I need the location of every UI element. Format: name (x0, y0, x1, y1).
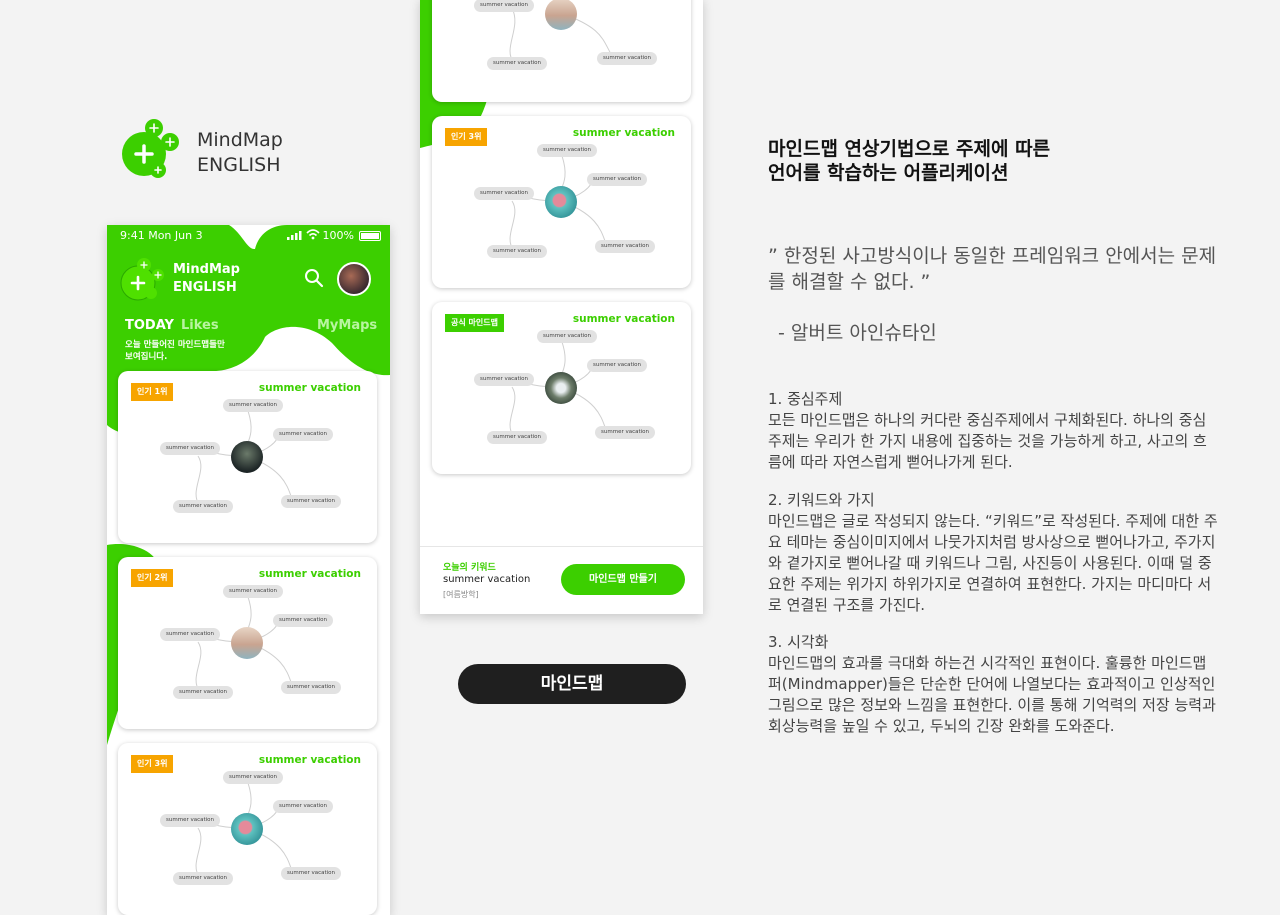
mindmap-node: summer vacation (587, 173, 648, 186)
app-logo-icon (120, 258, 164, 301)
section-body: 마인드맵은 글로 작성되지 않는다. “키워드”로 작성된다. 주제에 대한 주… (768, 512, 1218, 614)
tab-today[interactable]: TODAY (125, 318, 174, 333)
mindmap-node: summer vacation (223, 399, 284, 412)
mindmap-node: summer vacation (173, 500, 234, 513)
keyword-bottom-bar: 오늘의 키워드 summer vacation [여름방학] 마인드맵 만들기 (420, 546, 703, 614)
section-title: 1. 중심주제 (768, 390, 843, 408)
mindmap-node: summer vacation (597, 52, 658, 65)
mindmap-node: summer vacation (595, 426, 656, 439)
mindmap-node: summer vacation (273, 800, 334, 813)
mindmap-node: summer vacation (173, 686, 234, 699)
quote-text: ” 한정된 사고방식이나 동일한 프레임워크 안에서는 문제를 해결할 수 없다… (768, 245, 1217, 293)
section-visualization: 3. 시각화 마인드맵의 효과를 극대화 하는건 시각적인 표현이다. 훌륭한 … (768, 632, 1218, 737)
mindmap-node: summer vacation (587, 359, 648, 372)
phone-screen-scrolled: summer vacation summer vacation summer v… (420, 0, 703, 614)
phone-screen-today: 9:41 Mon Jun 3 100% MindMap ENGLISH TODA… (107, 225, 390, 915)
mindmap-node: summer vacation (474, 0, 535, 12)
status-bar: 9:41 Mon Jun 3 100% (107, 225, 390, 245)
section-keywords: 2. 키워드와 가지 마인드맵은 글로 작성되지 않는다. “키워드”로 작성된… (768, 490, 1218, 616)
mindmap-node: summer vacation (281, 495, 342, 508)
mindmap-node: summer vacation (273, 428, 334, 441)
mindmap-node: summer vacation (160, 628, 221, 641)
brand-name-line2: ENGLISH (197, 154, 281, 176)
mindmap-node: summer vacation (160, 442, 221, 455)
section-central-theme: 1. 중심주제 모든 마인드맵은 하나의 커다란 중심주제에서 구체화된다. 하… (768, 389, 1218, 473)
mindmap-node: summer vacation (223, 771, 284, 784)
mindmap-card-3[interactable]: 인기 3위 summer vacation summer vacation su… (432, 116, 691, 288)
mindmap-card-partial[interactable]: summer vacation summer vacation summer v… (432, 0, 691, 102)
make-mindmap-button[interactable]: 마인드맵 만들기 (561, 564, 685, 595)
section-title: 2. 키워드와 가지 (768, 491, 875, 509)
mindmap-node: summer vacation (173, 872, 234, 885)
mindmap-card-3[interactable]: 인기 3위 summer vacation summer vacation su… (118, 743, 377, 915)
status-time: 9:41 Mon Jun 3 (120, 229, 203, 242)
headline: 마인드맵 연상기법으로 주제에 따른 언어를 학습하는 어플리케이션 (768, 137, 1188, 185)
section-body: 마인드맵의 효과를 극대화 하는건 시각적인 표현이다. 훌륭한 마인드맵퍼(M… (768, 654, 1216, 735)
center-image-photo (545, 372, 577, 404)
mindmap-card-1[interactable]: 인기 1위 summer vacation summer vacation su… (118, 371, 377, 543)
mindmap-node: summer vacation (474, 373, 535, 386)
mindmap-card-official[interactable]: 공식 마인드맵 summer vacation summer vacation … (432, 302, 691, 474)
quote-author: - 알버트 아인슈타인 (778, 322, 937, 344)
cellular-signal-icon (287, 231, 302, 240)
mindmap-node: summer vacation (595, 240, 656, 253)
mindmap-node: summer vacation (487, 245, 548, 258)
headline-line1: 마인드맵 연상기법으로 주제에 따른 (768, 138, 1051, 160)
tab-mymaps[interactable]: MyMaps (317, 318, 377, 333)
center-image-photo (231, 813, 263, 845)
wifi-icon (306, 229, 320, 240)
mindmap-node: summer vacation (273, 614, 334, 627)
mindmap-node: summer vacation (474, 187, 535, 200)
section-title: 3. 시각화 (768, 633, 829, 651)
mindmap-label-pill: 마인드맵 (458, 664, 686, 704)
center-image-photo (545, 186, 577, 218)
mindmap-node: summer vacation (487, 431, 548, 444)
mindmap-node: summer vacation (487, 57, 548, 70)
center-image-photo (231, 441, 263, 473)
brand-name: MindMap ENGLISH (197, 128, 283, 178)
keyword-value: summer vacation (443, 574, 531, 585)
avatar[interactable] (337, 262, 371, 296)
mindmap-node: summer vacation (281, 867, 342, 880)
tab-likes[interactable]: Likes (181, 318, 219, 333)
search-icon[interactable] (303, 267, 325, 289)
app-title: MindMap ENGLISH (173, 261, 240, 297)
section-body: 모든 마인드맵은 하나의 커다란 중심주제에서 구체화된다. 하나의 중심주제는… (768, 411, 1207, 471)
brand-name-line1: MindMap (197, 129, 283, 151)
mindmap-node: summer vacation (160, 814, 221, 827)
battery-percent: 100% (322, 229, 354, 242)
app-title-line2: ENGLISH (173, 280, 237, 295)
keyword-label: 오늘의 키워드 (443, 563, 496, 573)
tagline-text: 오늘 만들어진 마인드맵들만 보여집니다. (125, 340, 225, 362)
mindmap-node: summer vacation (223, 585, 284, 598)
center-image-photo (231, 627, 263, 659)
mindmap-card-2[interactable]: 인기 2위 summer vacation summer vacation su… (118, 557, 377, 729)
mindmap-node: summer vacation (537, 144, 598, 157)
mindmap-node: summer vacation (281, 681, 342, 694)
keyword-translation: [여름방학] (443, 590, 479, 599)
app-title-line1: MindMap (173, 262, 240, 277)
battery-icon (359, 231, 381, 241)
mindmap-node: summer vacation (537, 330, 598, 343)
headline-line2: 언어를 학습하는 어플리케이션 (768, 162, 1009, 184)
mindmap-logo-icon (122, 119, 179, 178)
